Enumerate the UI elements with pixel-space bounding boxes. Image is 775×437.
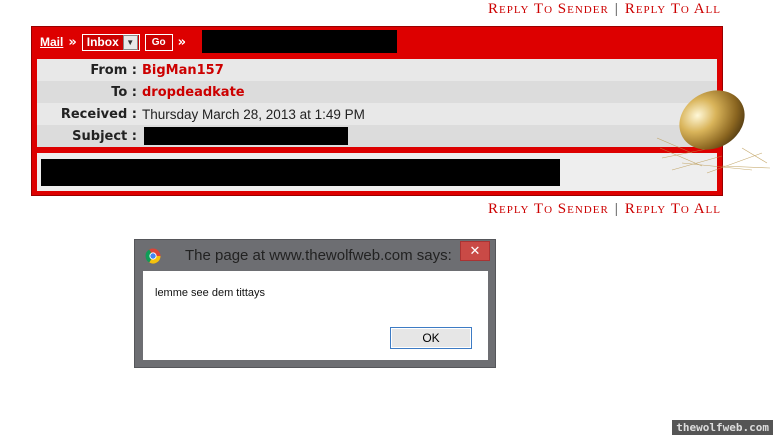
received-value: Thursday March 28, 2013 at 1:49 PM bbox=[142, 106, 365, 122]
chevron-down-icon[interactable]: ▼ bbox=[122, 34, 138, 50]
subject-label: Subject : bbox=[72, 128, 137, 144]
alert-dialog: The page at www.thewolfweb.com says: ✕ l… bbox=[134, 239, 496, 368]
message-panel: Mail » Inbox ▼ Go » From : BigMan157 To … bbox=[31, 26, 723, 196]
from-row: From : BigMan157 bbox=[37, 59, 717, 81]
received-label: Received : bbox=[60, 106, 137, 122]
received-row: Received : Thursday March 28, 2013 at 1:… bbox=[37, 103, 717, 125]
dialog-content: lemme see dem tittays OK bbox=[143, 271, 488, 360]
redacted-subject bbox=[144, 127, 348, 145]
reply-bar-top: Reply To Sender | Reply To All bbox=[488, 1, 721, 18]
to-label: To : bbox=[111, 84, 137, 100]
to-value[interactable]: dropdeadkate bbox=[142, 85, 245, 100]
ok-button[interactable]: OK bbox=[390, 327, 472, 349]
reply-to-sender-link[interactable]: Reply To Sender bbox=[488, 1, 609, 17]
folder-nav: Mail » Inbox ▼ Go » bbox=[40, 32, 191, 52]
message-body bbox=[37, 153, 717, 191]
subject-row: Subject : bbox=[37, 125, 717, 147]
reply-bar-bottom: Reply To Sender | Reply To All bbox=[488, 201, 721, 218]
reply-to-all-link-bottom[interactable]: Reply To All bbox=[625, 201, 721, 217]
redacted-subject-title bbox=[202, 30, 397, 53]
message-headers: From : BigMan157 To : dropdeadkate Recei… bbox=[37, 59, 717, 147]
folder-select-value: Inbox bbox=[86, 35, 119, 49]
reply-separator-bottom: | bbox=[614, 201, 619, 217]
reply-separator: | bbox=[614, 1, 619, 17]
reply-to-all-link[interactable]: Reply To All bbox=[625, 1, 721, 17]
breadcrumb-separator: » bbox=[68, 34, 77, 50]
golden-egg-icon bbox=[652, 78, 772, 178]
dialog-title: The page at www.thewolfweb.com says: bbox=[185, 247, 452, 264]
go-button[interactable]: Go bbox=[144, 33, 173, 51]
redacted-body bbox=[41, 159, 560, 186]
reply-to-sender-link-bottom[interactable]: Reply To Sender bbox=[488, 201, 609, 217]
to-row: To : dropdeadkate bbox=[37, 81, 717, 103]
folder-select[interactable]: Inbox ▼ bbox=[81, 33, 140, 51]
chrome-icon bbox=[145, 248, 161, 264]
breadcrumb-separator-2: » bbox=[177, 34, 187, 50]
mail-link[interactable]: Mail bbox=[40, 35, 63, 49]
watermark: thewolfweb.com bbox=[672, 420, 773, 435]
from-value[interactable]: BigMan157 bbox=[142, 63, 224, 78]
from-label: From : bbox=[90, 62, 137, 78]
close-icon[interactable]: ✕ bbox=[460, 241, 490, 261]
dialog-message: lemme see dem tittays bbox=[155, 287, 266, 299]
